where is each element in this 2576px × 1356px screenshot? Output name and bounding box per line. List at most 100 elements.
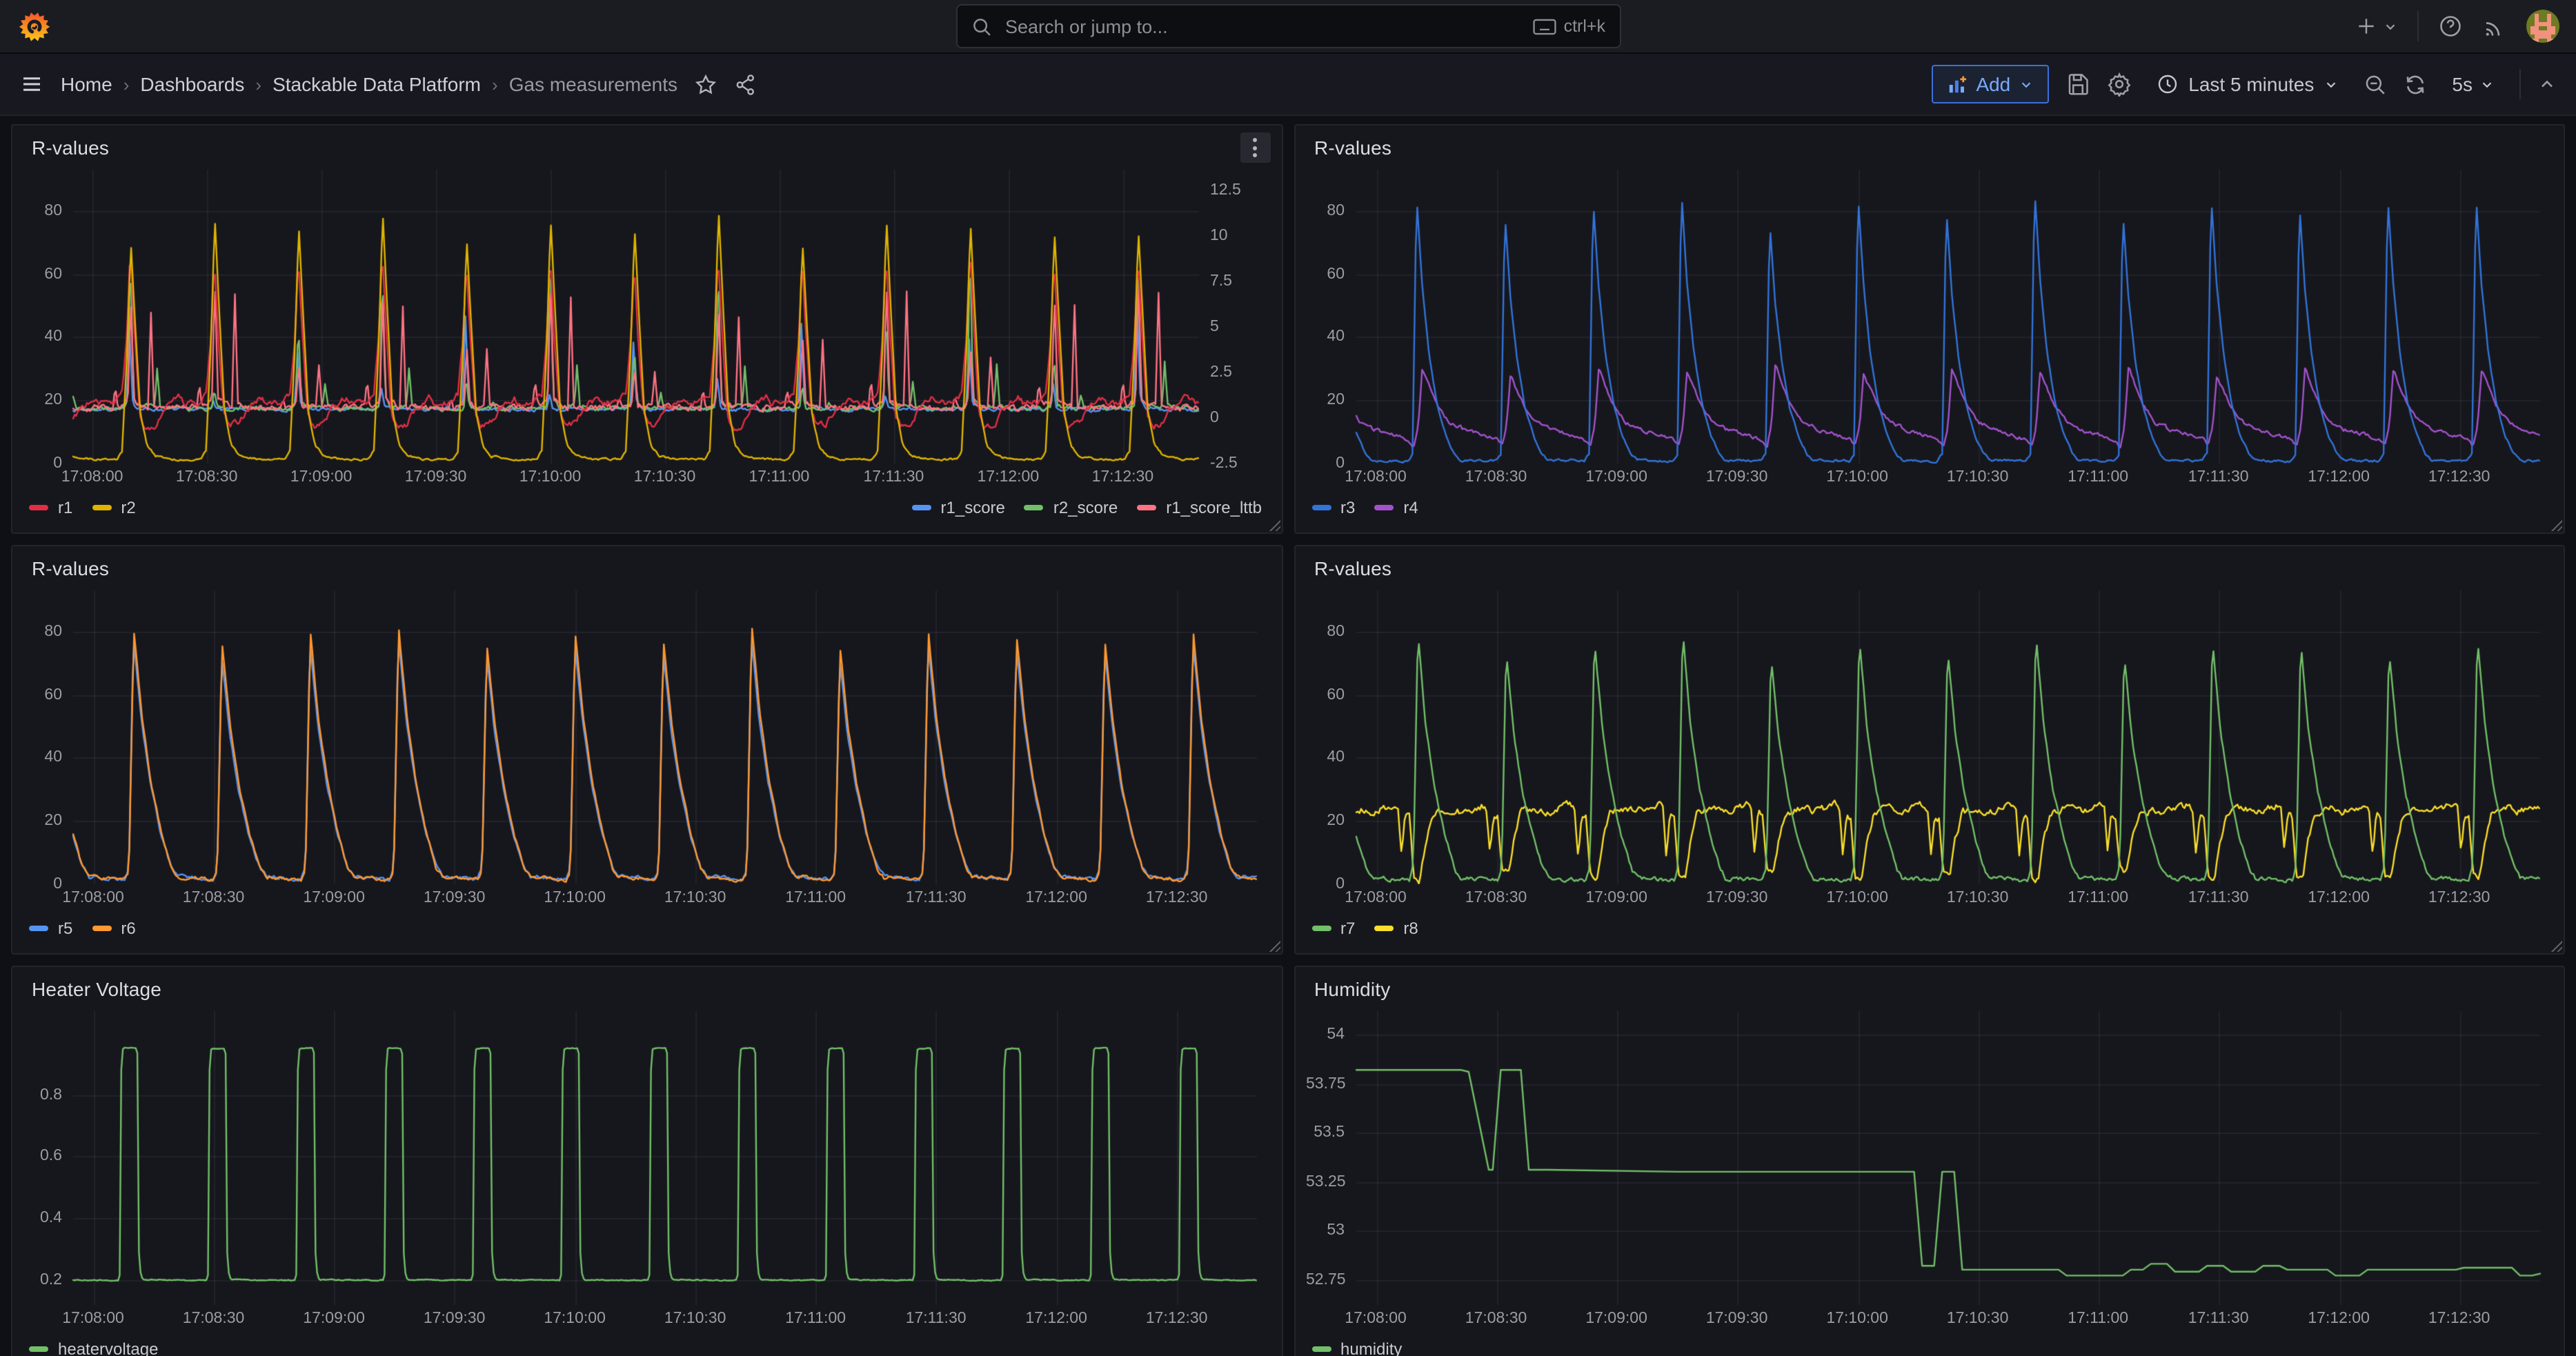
menu-icon[interactable] (19, 72, 44, 97)
x-axis-tick-label: 17:11:00 (2068, 469, 2128, 486)
y-axis-right-tick-label: 0 (1210, 408, 1219, 428)
x-axis-tick-label: 17:10:00 (1826, 469, 1888, 486)
panel-resize-handle[interactable] (1267, 519, 1280, 531)
legend-item-r7[interactable]: r7 (1311, 919, 1355, 938)
settings-icon[interactable] (2107, 72, 2132, 97)
chart-canvas[interactable] (23, 1011, 1271, 1305)
new-button[interactable] (2355, 15, 2398, 37)
legend-item-r2[interactable]: r2 (92, 498, 135, 517)
refresh-interval-dropdown[interactable]: 5s (2444, 72, 2503, 97)
x-axis-tick-label: 17:08:00 (61, 469, 123, 486)
star-icon[interactable] (694, 72, 717, 96)
y-axis-right-tick-label: 2.5 (1210, 363, 1232, 382)
panel-legend: r3 r4 (1295, 491, 2564, 517)
legend-item-humidity[interactable]: humidity (1311, 1339, 1402, 1356)
chevron-up-icon[interactable] (2537, 74, 2557, 94)
x-axis-tick-label: 17:10:00 (1826, 1310, 1888, 1327)
y-axis-tick-label: 53 (1306, 1221, 1345, 1240)
search-box[interactable]: ctrl+k (955, 4, 1621, 48)
panel-header[interactable]: R-values (1295, 546, 2564, 590)
time-range-picker[interactable]: Last 5 minutes (2148, 72, 2347, 97)
keyboard-icon (1534, 17, 1557, 35)
x-axis-tick-label: 17:09:00 (1585, 1310, 1647, 1327)
breadcrumb-folder[interactable]: Stackable Data Platform (273, 73, 481, 95)
panel-header[interactable]: R-values (12, 126, 1281, 170)
panel-resize-handle[interactable] (2550, 519, 2562, 531)
grafana-logo[interactable] (17, 8, 52, 44)
legend-item-r8[interactable]: r8 (1374, 919, 1418, 938)
panel-header[interactable]: R-values (12, 546, 1281, 590)
y-axis-right-tick-label: 10 (1210, 226, 1228, 245)
breadcrumb-home[interactable]: Home (61, 73, 112, 95)
avatar[interactable] (2526, 10, 2559, 43)
panel-resize-handle[interactable] (2550, 939, 2562, 952)
x-axis-tick-label: 17:10:30 (1947, 890, 2009, 906)
x-axis-tick-label: 17:08:30 (176, 469, 238, 486)
y-axis-tick-label: 52.75 (1306, 1270, 1345, 1289)
legend-group: r7 r8 (1311, 919, 1418, 938)
refresh-icon[interactable] (2404, 72, 2427, 96)
y-axis-tick-label: 40 (23, 748, 62, 768)
add-button[interactable]: Add (1932, 65, 2049, 103)
search-icon (971, 16, 991, 37)
legend-label: humidity (1340, 1339, 1402, 1356)
legend-item-r3[interactable]: r3 (1311, 498, 1355, 517)
kebab-menu-icon[interactable] (1240, 132, 1270, 163)
chart-canvas[interactable] (1306, 590, 2553, 884)
panel-r-values-2: R-values 02040608017:08:0017:08:3017:09:… (1294, 124, 2565, 534)
legend-label: r1_score_lttb (1166, 498, 1262, 517)
panel-legend: humidity (1295, 1333, 2564, 1356)
share-icon[interactable] (734, 72, 757, 96)
y-axis-tick-label: 20 (23, 811, 62, 830)
x-axis-tick-label: 17:08:00 (1345, 469, 1407, 486)
legend-swatch (1374, 505, 1394, 510)
y-axis-tick-label: 20 (1306, 390, 1345, 410)
x-axis-tick-label: 17:08:00 (1345, 1310, 1407, 1327)
panel-header[interactable]: R-values (1295, 126, 2564, 170)
legend-item-r6[interactable]: r6 (92, 919, 135, 938)
dashboard-grid: R-values 020406080-2.502.557.51012.517:0… (0, 113, 2576, 1356)
legend-item-heatervoltage[interactable]: heatervoltage (29, 1339, 158, 1356)
x-axis-tick-label: 17:12:30 (2428, 469, 2490, 486)
news-icon[interactable] (2482, 14, 2507, 39)
panel-title: R-values (32, 557, 109, 579)
legend-label: r7 (1340, 919, 1355, 938)
x-axis-tick-label: 17:08:30 (1465, 890, 1527, 906)
legend-label: r2 (121, 498, 135, 517)
legend-label: r1 (58, 498, 72, 517)
zoom-out-icon[interactable] (2364, 72, 2387, 96)
y-axis-tick-label: 80 (23, 622, 62, 641)
legend-swatch (1311, 1346, 1331, 1352)
save-icon[interactable] (2065, 72, 2090, 97)
panel-header[interactable]: Humidity (1295, 967, 2564, 1011)
legend-item-r1_score_lttb[interactable]: r1_score_lttb (1137, 498, 1262, 517)
legend-item-r4[interactable]: r4 (1374, 498, 1418, 517)
navbar-actions: Add Last 5 minutes 5s (1932, 65, 2557, 103)
legend-label: r3 (1340, 498, 1355, 517)
chart-canvas[interactable] (1306, 1011, 2553, 1305)
time-series-plot: 0.20.40.60.817:08:0017:08:3017:09:0017:0… (23, 1011, 1270, 1333)
chart-canvas[interactable] (23, 170, 1271, 463)
legend-item-r1[interactable]: r1 (29, 498, 72, 517)
x-axis-tick-label: 17:11:00 (749, 469, 810, 486)
chevron-down-icon (2479, 77, 2495, 92)
legend-group: r5 r6 (29, 919, 136, 938)
x-axis-tick-label: 17:08:00 (1345, 890, 1407, 906)
chart-canvas[interactable] (23, 590, 1271, 884)
x-axis-tick-label: 17:09:30 (405, 469, 467, 486)
panel-header[interactable]: Heater Voltage (12, 967, 1281, 1011)
help-icon[interactable] (2438, 14, 2463, 39)
chevron-down-icon (2324, 77, 2339, 92)
legend-item-r2_score[interactable]: r2_score (1024, 498, 1118, 517)
x-axis-tick-label: 17:11:30 (906, 1310, 967, 1327)
panel-resize-handle[interactable] (1267, 939, 1280, 952)
chart-canvas[interactable] (1306, 170, 2553, 463)
legend-item-r5[interactable]: r5 (29, 919, 72, 938)
panel-r-values-1: R-values 020406080-2.502.557.51012.517:0… (11, 124, 1282, 534)
legend-swatch (29, 1346, 48, 1352)
legend-item-r1_score[interactable]: r1_score (912, 498, 1005, 517)
search-input[interactable] (1002, 14, 1523, 38)
y-axis-right-tick-label: 12.5 (1210, 180, 1241, 199)
legend-label: r6 (121, 919, 135, 938)
breadcrumb-dashboards[interactable]: Dashboards (140, 73, 244, 95)
